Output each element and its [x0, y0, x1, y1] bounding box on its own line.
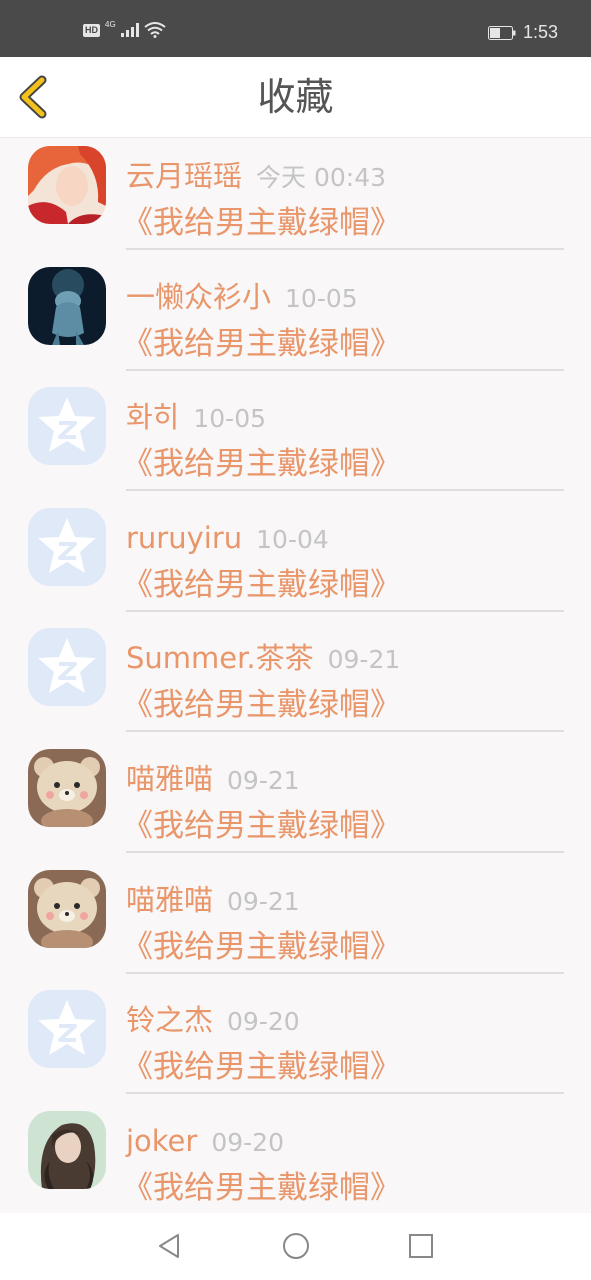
book-title[interactable]: 《我给男主戴绿帽》: [122, 325, 401, 363]
avatar[interactable]: [28, 869, 106, 948]
bear-avatar-icon: [28, 869, 106, 948]
timestamp: 09-21: [327, 645, 401, 675]
user-name[interactable]: ruruyiru 10-04: [126, 520, 329, 558]
book-title[interactable]: 《我给男主戴绿帽》: [122, 445, 401, 483]
divider: [126, 730, 564, 733]
list-item[interactable]: joker 09-20 《我给男主戴绿帽》: [0, 1103, 591, 1224]
book-title[interactable]: 《我给男主戴绿帽》: [122, 1169, 401, 1207]
avatar[interactable]: [28, 748, 106, 827]
divider: [126, 850, 564, 853]
avatar[interactable]: [28, 266, 106, 345]
network-type-label: 4G: [105, 19, 116, 29]
signal-icon: [120, 23, 139, 37]
list-item[interactable]: 화히 10-05 《我给男主戴绿帽》: [0, 379, 591, 500]
user-name[interactable]: Summer.茶茶 09-21: [126, 640, 400, 678]
divider: [126, 248, 564, 250]
qq-default-avatar-icon: [28, 628, 106, 707]
list-item[interactable]: 铃之杰 09-20 《我给男主戴绿帽》: [0, 982, 591, 1103]
user-name[interactable]: 화히 10-05: [126, 399, 266, 437]
divider: [126, 609, 564, 612]
status-bar: HD 4G 1:53: [0, 0, 591, 57]
clock: 1:53: [522, 22, 558, 42]
navigation-bar: [0, 1213, 591, 1280]
battery-icon: [487, 25, 516, 40]
hd-badge: HD: [83, 23, 100, 37]
timestamp: 10-05: [193, 404, 267, 434]
avatar[interactable]: [28, 387, 106, 466]
status-left: HD 4G: [83, 19, 166, 38]
wifi-icon: [144, 22, 166, 38]
qq-default-avatar-icon: [28, 507, 106, 586]
book-title[interactable]: 《我给男主戴绿帽》: [122, 686, 401, 724]
avatar[interactable]: [28, 628, 106, 707]
book-title[interactable]: 《我给男主戴绿帽》: [122, 204, 401, 242]
list-item[interactable]: 一懒众衫小 10-05 《我给男主戴绿帽》: [0, 259, 591, 380]
girl-avatar-icon: [28, 1110, 106, 1189]
timestamp: 09-21: [227, 765, 300, 795]
divider: [126, 1092, 564, 1095]
book-title[interactable]: 《我给男主戴绿帽》: [122, 807, 401, 845]
avatar[interactable]: [28, 1110, 106, 1189]
avatar[interactable]: [28, 507, 106, 586]
user-name[interactable]: 喵雅喵 09-21: [126, 761, 300, 799]
back-triangle-icon[interactable]: [154, 1231, 184, 1261]
user-name[interactable]: 喵雅喵 09-21: [126, 882, 300, 920]
timestamp: 今天 00:43: [256, 163, 387, 192]
user-name[interactable]: 铃之杰 09-20: [126, 1002, 300, 1040]
timestamp: 10-05: [285, 283, 358, 313]
avatar[interactable]: [28, 146, 106, 224]
list-item[interactable]: Summer.茶茶 09-21 《我给男主戴绿帽》: [0, 620, 591, 741]
favorites-list: 云月瑶瑶 今天 00:43 《我给男主戴绿帽》 一懒众衫小 10-05 《我给男主戴…: [0, 138, 591, 1223]
timestamp: 09-21: [227, 886, 300, 916]
timestamp: 09-20: [227, 1007, 300, 1037]
home-circle-icon[interactable]: [281, 1231, 311, 1261]
title-bar: 收藏: [0, 57, 591, 138]
book-title[interactable]: 《我给男主戴绿帽》: [122, 1048, 401, 1086]
timestamp: 09-20: [211, 1127, 284, 1157]
list-item[interactable]: ruruyiru 10-04 《我给男主戴绿帽》: [0, 500, 591, 621]
list-item[interactable]: 云月瑶瑶 今天 00:43 《我给男主戴绿帽》: [0, 138, 591, 259]
underwater-avatar-icon: [28, 266, 106, 345]
bear-avatar-icon: [28, 748, 106, 827]
recents-square-icon[interactable]: [406, 1231, 436, 1261]
anime-avatar-icon: [28, 146, 106, 224]
divider: [126, 489, 564, 492]
user-name[interactable]: joker 09-20: [126, 1123, 284, 1161]
qq-default-avatar-icon: [28, 387, 106, 466]
qq-default-avatar-icon: [28, 990, 106, 1069]
book-title[interactable]: 《我给男主戴绿帽》: [122, 566, 401, 604]
user-name[interactable]: 云月瑶瑶 今天 00:43: [126, 158, 386, 196]
user-name[interactable]: 一懒众衫小 10-05: [126, 279, 358, 317]
list-item[interactable]: 喵雅喵 09-21 《我给男主戴绿帽》: [0, 862, 591, 983]
divider: [126, 368, 564, 371]
divider: [126, 971, 564, 974]
page-title: 收藏: [257, 75, 334, 119]
book-title[interactable]: 《我给男主戴绿帽》: [122, 928, 401, 966]
timestamp: 10-04: [256, 524, 329, 554]
list-item[interactable]: 喵雅喵 09-21 《我给男主戴绿帽》: [0, 741, 591, 862]
avatar[interactable]: [28, 990, 106, 1069]
status-right: 1:53: [487, 22, 558, 43]
